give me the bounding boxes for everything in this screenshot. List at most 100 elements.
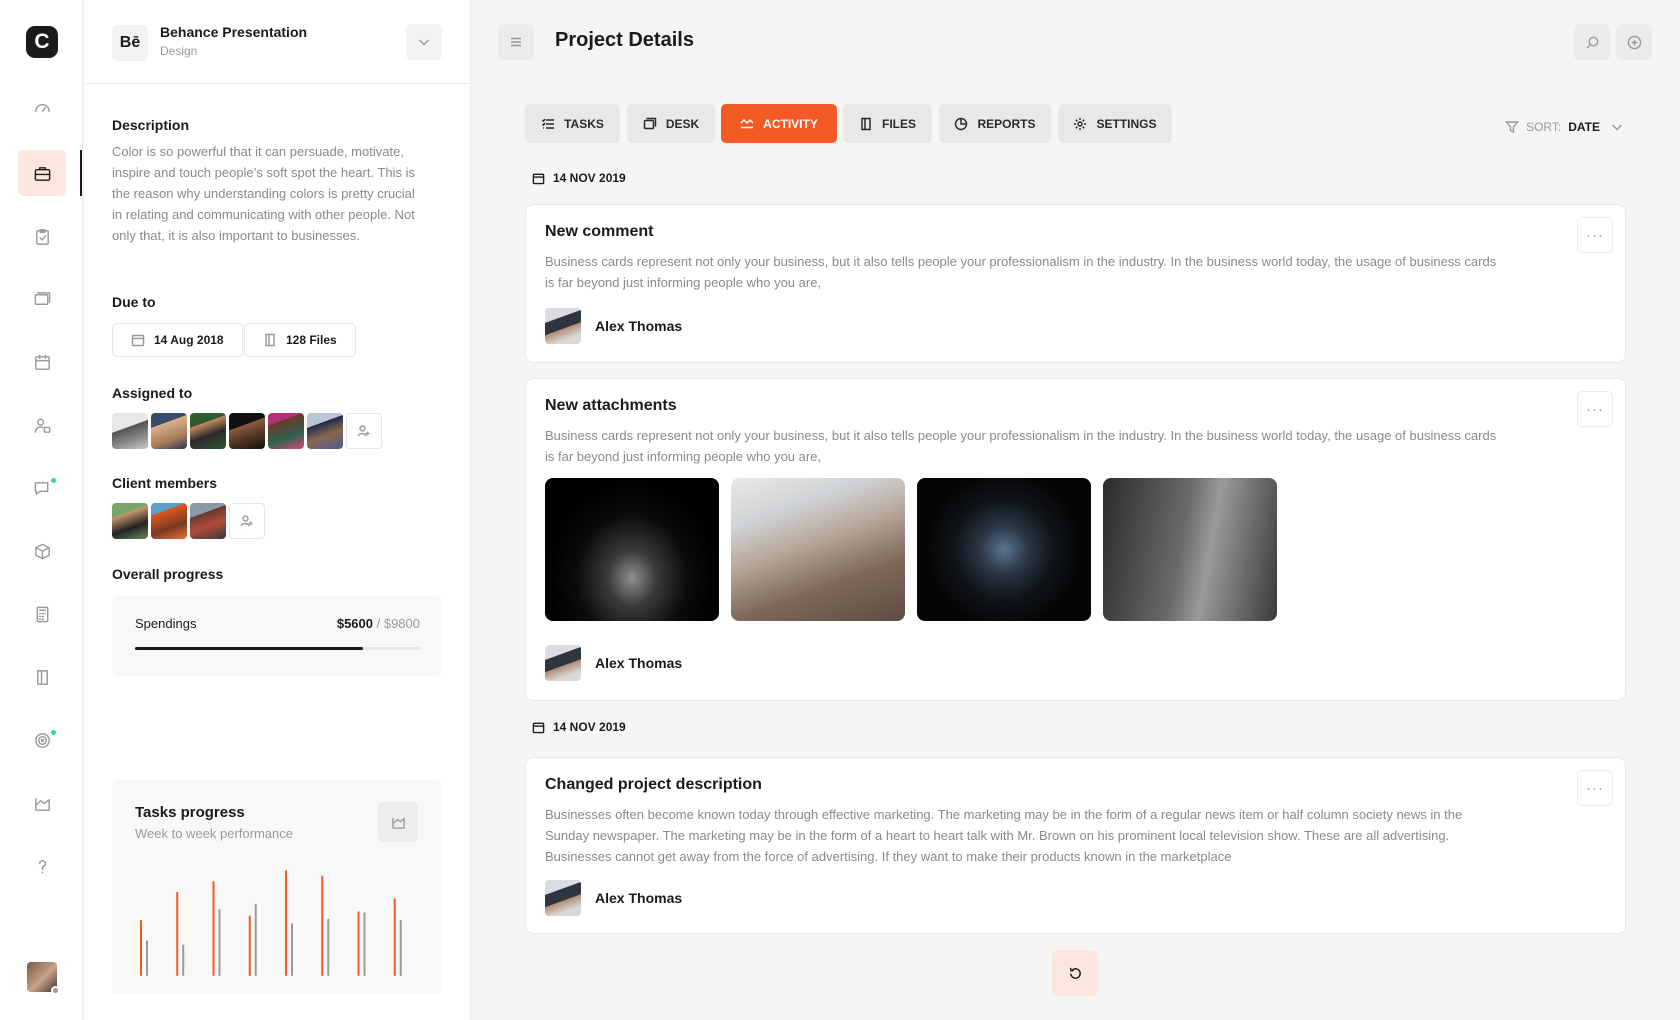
spendings-progress-fill [135,647,363,650]
avatar[interactable] [229,413,265,449]
calendar-icon [34,354,50,370]
desk-icon [643,117,657,129]
app-logo[interactable]: C [26,26,58,58]
spendings-total: / $9800 [376,616,420,631]
users-nav[interactable] [18,402,66,448]
avatar[interactable] [112,503,148,539]
status-indicator [51,986,60,995]
date-group-header: 14 NOV 2019 [532,720,626,734]
hamburger-icon [511,37,521,47]
user-lock-icon [34,418,50,433]
tab-files[interactable]: FILES [843,104,932,143]
project-name: Behance Presentation [160,24,308,40]
spendings-label: Spendings [135,616,197,631]
attachment-microphone-image[interactable] [1103,478,1277,621]
author-name: Alex Thomas [595,890,683,906]
notification-dot [50,477,57,484]
avatar[interactable] [268,413,304,449]
avatar[interactable] [307,413,343,449]
activity-author[interactable]: Alex Thomas [545,645,682,681]
add-user-icon [357,425,370,437]
attachment-desk-image[interactable] [731,478,905,621]
products-nav[interactable] [18,528,66,574]
project-category: Design [160,44,198,58]
tab-label: SETTINGS [1096,116,1157,131]
user-avatar[interactable] [27,962,60,995]
load-more-button[interactable] [1052,950,1098,996]
chart-bar [218,909,221,976]
icon-rail: C [0,0,83,1020]
activity-title: Changed project description [545,776,762,793]
activity-card: New attachments ··· Business cards repre… [525,378,1626,701]
add-button[interactable] [1616,24,1652,60]
spendings-value: $5600 [336,616,373,631]
chart-icon [34,797,50,811]
settings-icon [1074,117,1087,130]
goals-nav[interactable] [18,717,66,763]
messages-nav[interactable] [18,465,66,511]
add-user-icon [240,515,253,527]
sort-control[interactable]: SORT: DATE [1505,120,1624,134]
tab-label: TASKS [564,116,604,131]
activity-title: New attachments [545,397,677,414]
help-icon [38,859,46,873]
tab-tasks[interactable]: TASKS [525,104,620,143]
avatar[interactable] [190,413,226,449]
book-icon [265,333,275,347]
attachment-window-image[interactable] [917,478,1091,621]
gallery-nav[interactable] [18,276,66,322]
dashboard-nav[interactable] [18,84,66,130]
author-name: Alex Thomas [595,318,683,334]
help-nav[interactable] [18,843,66,889]
tab-label: DESK [665,116,700,131]
add-assignee-button[interactable] [346,413,382,449]
chevron-down-icon [1612,124,1622,131]
tab-reports[interactable]: REPORTS [939,104,1051,143]
menu-button[interactable] [498,24,534,60]
files-chip[interactable]: 128 Files [244,323,356,357]
chart-bar [248,915,251,976]
tasks-nav[interactable] [18,213,66,259]
progress-label: Overall progress [112,566,224,582]
due-date-value: 14 Aug 2018 [154,333,224,347]
calendar-icon [532,722,545,733]
tab-label: ACTIVITY [763,116,818,131]
attachment-laptop-image[interactable] [545,478,719,621]
search-icon [1585,36,1598,49]
avatar[interactable] [151,413,187,449]
docs-nav[interactable] [18,654,66,700]
chevron-down-icon [418,39,430,46]
tab-label: REPORTS [977,116,1036,131]
tasks-chart-button[interactable] [378,802,418,842]
analytics-nav[interactable] [18,780,66,826]
activity-author[interactable]: Alex Thomas [545,880,682,916]
list-icon [542,118,555,129]
more-options-button[interactable]: ··· [1577,217,1613,253]
chart-bar [182,944,185,976]
due-label: Due to [112,294,156,310]
avatar[interactable] [112,413,148,449]
behance-logo: Bē [112,25,148,61]
spendings-card: Spendings $5600 / $9800 [112,596,442,676]
projects-nav[interactable] [18,150,66,196]
chart-bar [146,940,148,976]
more-options-button[interactable]: ··· [1577,391,1613,427]
project-dropdown-button[interactable] [406,24,442,60]
reports-icon [955,117,968,130]
more-options-button[interactable]: ··· [1577,770,1613,806]
activity-author[interactable]: Alex Thomas [545,308,682,344]
date-group-label: 14 NOV 2019 [553,720,626,734]
calendar-nav[interactable] [18,339,66,385]
add-client-button[interactable] [229,503,265,539]
chart-bar [291,923,293,976]
chart-bar [176,891,179,976]
calculator-nav[interactable] [18,591,66,637]
search-button[interactable] [1574,24,1610,60]
avatar[interactable] [151,503,187,539]
tab-desk[interactable]: DESK [627,104,715,143]
due-date-chip[interactable]: 14 Aug 2018 [112,323,243,357]
tab-settings[interactable]: SETTINGS [1058,104,1172,143]
tab-activity[interactable]: ACTIVITY [721,104,837,143]
book-icon [36,669,48,685]
avatar[interactable] [190,503,226,539]
